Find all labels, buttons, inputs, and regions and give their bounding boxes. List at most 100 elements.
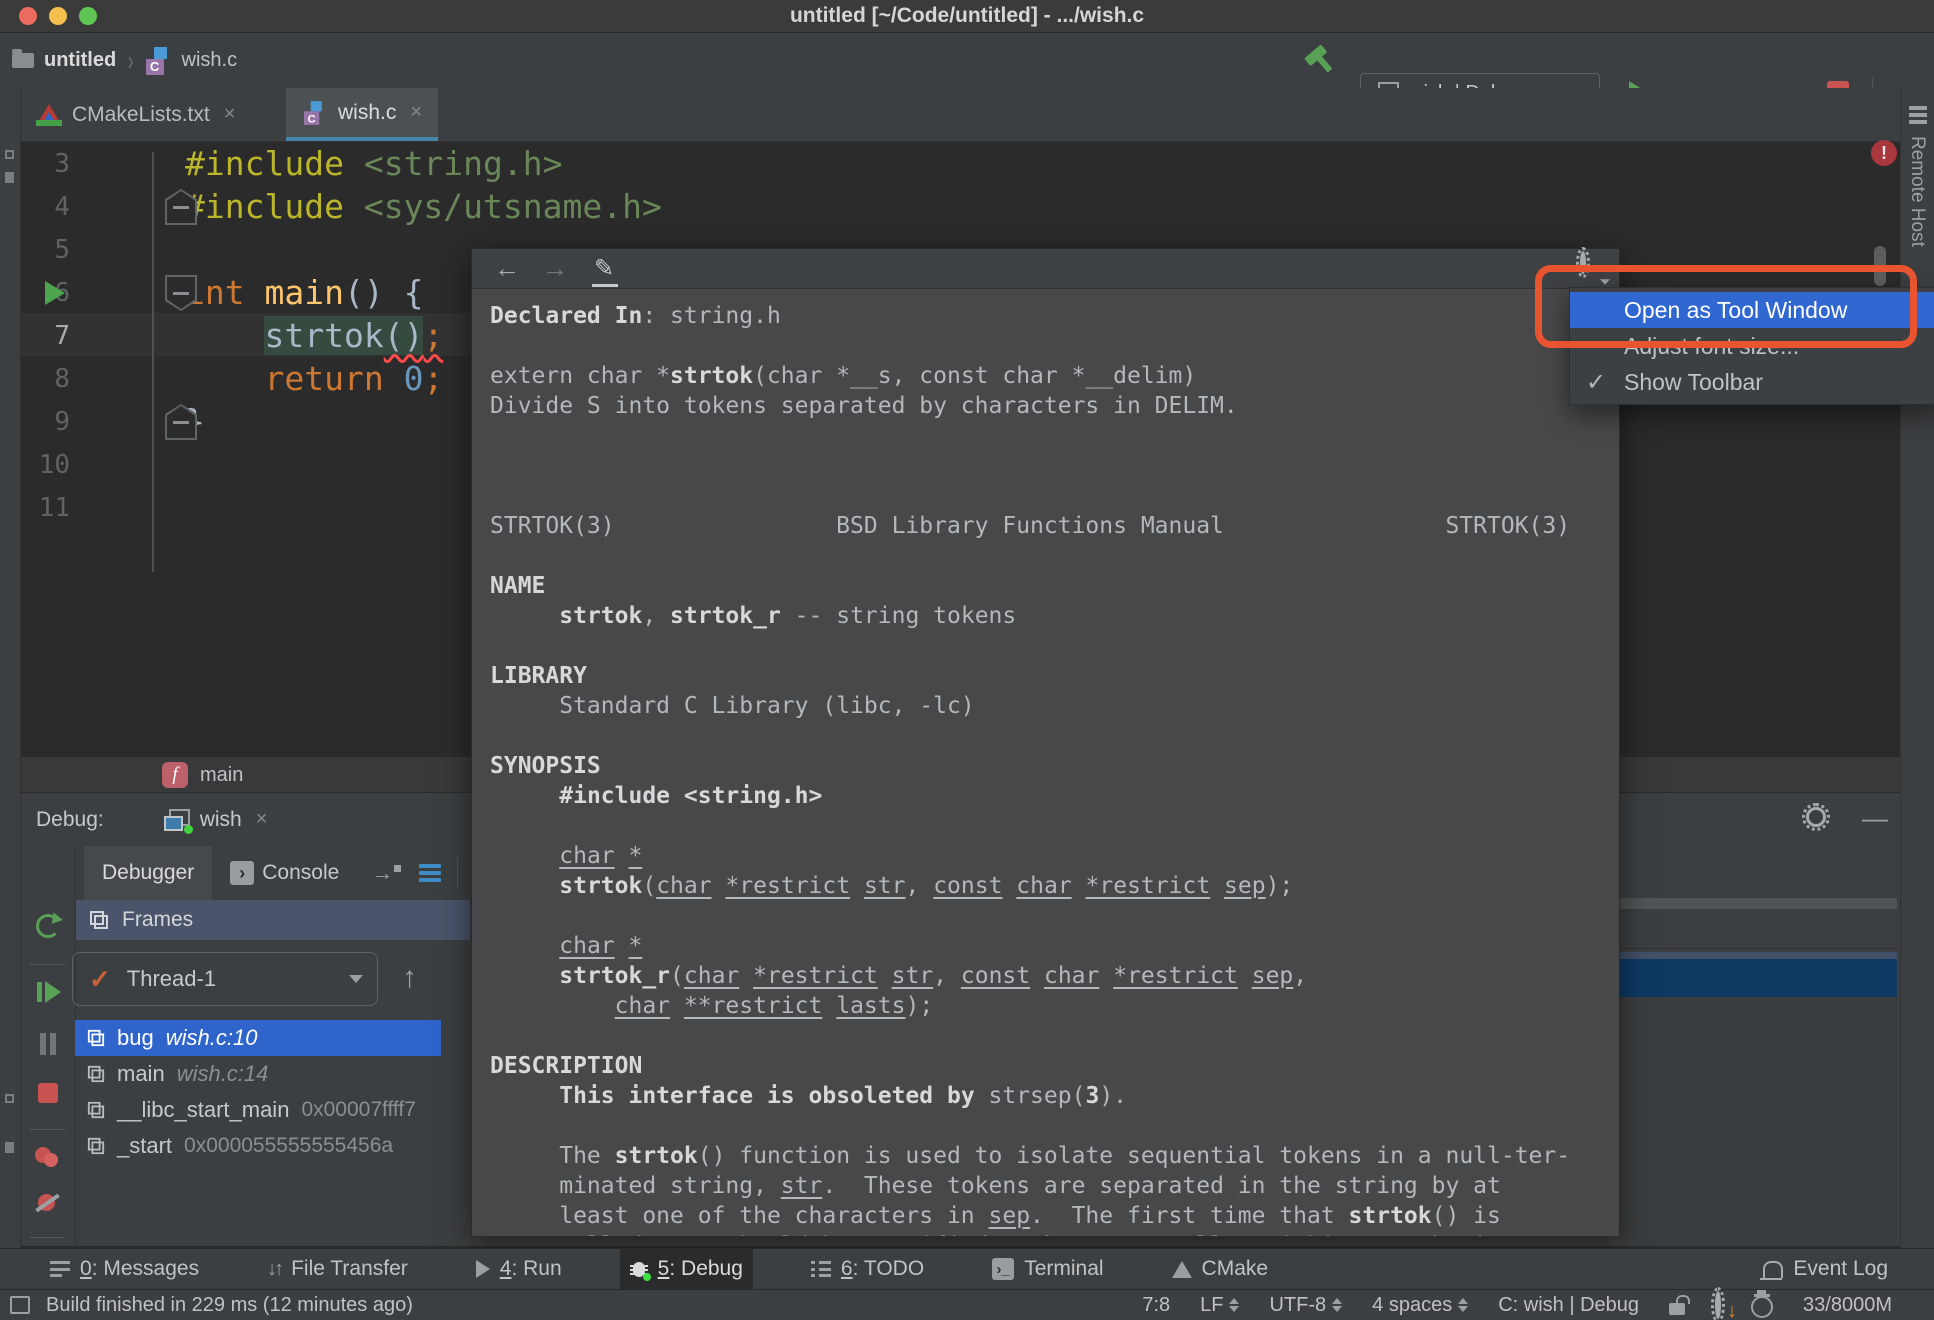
- debug-settings-gear-icon[interactable]: [1802, 803, 1830, 831]
- code-line[interactable]: 4 #include <sys/utsname.h>: [20, 185, 1900, 228]
- mute-breakpoints-button[interactable]: [20, 1191, 75, 1215]
- man-line: SYNOPSIS: [490, 753, 601, 779]
- menu-item-show-toolbar[interactable]: ✓ Show Toolbar: [1570, 364, 1934, 400]
- run-line-icon[interactable]: [45, 281, 65, 305]
- cmake-icon: [36, 103, 62, 126]
- frames-icon: [90, 911, 108, 929]
- rerun-button[interactable]: [20, 912, 75, 938]
- debug-label: Debug:: [36, 807, 104, 831]
- thread-select[interactable]: ✓ Thread-1: [72, 952, 378, 1006]
- remote-host-icon: [1909, 106, 1927, 124]
- status-bar: Build finished in 229 ms (12 minutes ago…: [0, 1289, 1934, 1320]
- frame-icon: [87, 1137, 105, 1155]
- code-text: strtok();: [264, 316, 444, 355]
- back-icon[interactable]: ←: [494, 253, 520, 284]
- tool-stripe-marker[interactable]: [5, 172, 14, 183]
- man-line: LIBRARY: [490, 663, 587, 689]
- ide-window: untitled [~/Code/untitled] - .../wish.c …: [0, 0, 1934, 1320]
- tab-label: wish.c: [338, 100, 397, 124]
- line-number: 10: [38, 449, 70, 480]
- folder-icon: [12, 49, 34, 68]
- window-title: untitled [~/Code/untitled] - .../wish.c: [789, 4, 1145, 27]
- stack-frame-row[interactable]: main wish.c:14: [75, 1056, 441, 1092]
- tab-cmakelists[interactable]: CMakeLists.txt ×: [20, 88, 251, 141]
- debug-session-tab[interactable]: wish ×: [163, 808, 268, 834]
- forward-icon[interactable]: →: [542, 253, 568, 284]
- console-icon: ›: [230, 861, 255, 885]
- tool-window-switcher-icon[interactable]: [10, 1296, 30, 1314]
- tab-debugger[interactable]: Debugger: [84, 846, 213, 900]
- code-line[interactable]: 3 #include <string.h>: [20, 142, 1900, 185]
- man-line: [490, 811, 1619, 841]
- c-file-icon: C: [145, 46, 172, 75]
- man-line: [490, 901, 1619, 931]
- tool-window-button-run[interactable]: 4: Run: [466, 1249, 572, 1290]
- tool-window-button-file-transfer[interactable]: ↓↑ File Transfer: [257, 1249, 418, 1290]
- tool-window-button-todo[interactable]: 6: TODO: [801, 1249, 934, 1290]
- breadcrumb-file[interactable]: wish.c: [182, 49, 238, 72]
- man-line: Standard C Library (libc, -lc): [490, 693, 975, 719]
- inspections-profile[interactable]: [1751, 1290, 1774, 1318]
- stack-frame-row[interactable]: __libc_start_main 0x00007ffff7: [75, 1092, 441, 1128]
- man-line: STRTOK(3) BSD Library Functions Manual S…: [490, 513, 1571, 539]
- file-encoding[interactable]: UTF-8: [1269, 1294, 1342, 1317]
- man-line: least one of the characters in sep. The …: [490, 1203, 1501, 1229]
- line-separator[interactable]: LF: [1200, 1294, 1239, 1317]
- active-run-config[interactable]: C: wish | Debug: [1498, 1294, 1639, 1317]
- debug-left-toolbar: ››: [20, 846, 76, 1273]
- tool-window-button-messages[interactable]: 0: Messages: [40, 1249, 209, 1290]
- memory-indicator[interactable]: 33/8000M: [1803, 1294, 1892, 1317]
- fold-marker-icon[interactable]: [165, 404, 197, 440]
- resume-button[interactable]: [20, 980, 75, 1004]
- man-line: strtok_r(char *restrict str, const char …: [559, 963, 1308, 989]
- stack-frame-row[interactable]: _start 0x000055555555456a: [75, 1128, 441, 1164]
- view-breakpoints-button[interactable]: [20, 1145, 75, 1169]
- error-indicator-badge[interactable]: !: [1871, 140, 1897, 166]
- highlighting-level[interactable]: ↓: [1715, 1290, 1737, 1320]
- tool-stripe-remote-host[interactable]: Remote Host: [1906, 136, 1928, 247]
- toolbar-separator: [30, 1237, 65, 1238]
- frames-panel-header[interactable]: Frames: [76, 900, 470, 940]
- man-line: [490, 481, 1619, 511]
- build-button[interactable]: [1300, 39, 1342, 81]
- man-line: char *: [559, 933, 643, 959]
- tool-stripe-marker[interactable]: [5, 1094, 14, 1103]
- man-line: #include <string.h>: [559, 783, 823, 809]
- tab-console[interactable]: › Console: [212, 846, 357, 900]
- spinner-arrows-icon: [1229, 1298, 1239, 1312]
- variables-header-strip: [1620, 952, 1897, 959]
- tab-wish-c[interactable]: C wish.c ×: [286, 88, 439, 141]
- tool-window-button-terminal[interactable]: ›_ Terminal: [982, 1249, 1113, 1290]
- stack-frame-row[interactable]: bug wish.c:10: [75, 1020, 441, 1056]
- title-bar: untitled [~/Code/untitled] - .../wish.c: [0, 0, 1934, 33]
- edit-source-icon[interactable]: ✎: [591, 254, 619, 287]
- man-line: The strtok() function is used to isolate…: [490, 1143, 1571, 1169]
- chevron-down-icon: [349, 975, 363, 983]
- fold-marker-icon[interactable]: [165, 189, 197, 225]
- pause-button[interactable]: [20, 1033, 75, 1055]
- caret-position[interactable]: 7:8: [1142, 1294, 1170, 1317]
- close-icon[interactable]: ×: [224, 103, 236, 126]
- breadcrumb-project[interactable]: untitled: [44, 49, 116, 72]
- c-file-icon: C: [303, 100, 326, 125]
- tool-stripe-marker[interactable]: [5, 150, 14, 159]
- indent-style[interactable]: 4 spaces: [1372, 1294, 1468, 1317]
- close-icon[interactable]: ×: [410, 101, 422, 124]
- fold-marker-icon[interactable]: [165, 275, 197, 311]
- line-number: 4: [54, 191, 70, 222]
- jump-to-output-icon[interactable]: →: [371, 860, 402, 886]
- variables-selected-row[interactable]: [1620, 959, 1897, 997]
- tool-window-button-cmake[interactable]: CMake: [1162, 1249, 1279, 1290]
- readonly-toggle[interactable]: [1669, 1295, 1691, 1315]
- navigate-up-icon[interactable]: ↑: [402, 961, 417, 995]
- stop-button[interactable]: [20, 1083, 75, 1103]
- close-icon[interactable]: ×: [256, 808, 268, 831]
- tool-stripe-marker[interactable]: [5, 1142, 14, 1153]
- frame-icon: [87, 1101, 105, 1119]
- breadcrumb-function[interactable]: main: [200, 764, 243, 787]
- documentation-popup: ← → ✎ Declared In: string.h extern char …: [471, 248, 1620, 1237]
- layout-settings-icon[interactable]: [419, 864, 442, 882]
- tool-window-button-event-log[interactable]: Event Log: [1753, 1249, 1898, 1290]
- hide-tool-window-icon[interactable]: —: [1862, 803, 1888, 834]
- tool-window-button-debug[interactable]: 5: Debug: [619, 1248, 753, 1290]
